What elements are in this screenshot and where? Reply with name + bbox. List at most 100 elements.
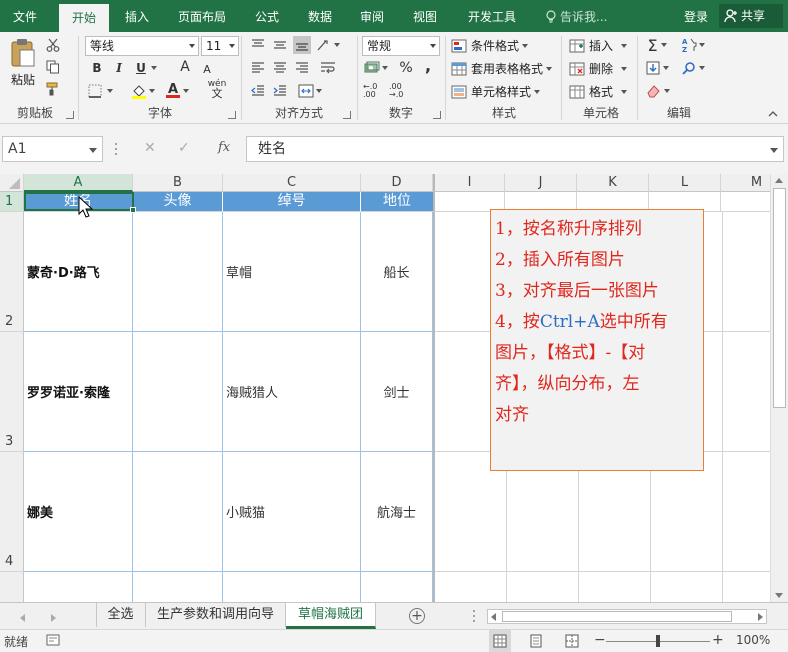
sheet-scroll-left-icon[interactable] [20,611,26,625]
zoom-out-button[interactable]: − [594,632,606,648]
horizontal-scrollbar[interactable] [487,609,767,624]
number-launcher[interactable] [433,111,441,119]
copy-icon[interactable] [44,58,62,76]
conditional-format-button[interactable]: 条件格式 [451,37,529,54]
table-header-avatar[interactable]: 头像 [133,192,223,212]
font-launcher[interactable] [228,111,236,119]
clipboard-launcher[interactable] [66,111,74,119]
align-bottom-icon[interactable] [293,36,311,54]
cell[interactable] [721,192,770,212]
align-right-icon[interactable] [293,59,311,77]
enter-icon[interactable]: ✓ [178,140,190,156]
cell-name[interactable]: 娜美 [24,452,133,572]
fill-icon[interactable] [643,59,671,77]
wrap-text-icon[interactable] [319,59,337,77]
zoom-slider-thumb[interactable] [656,635,660,647]
tab-view[interactable]: 视图 [403,0,447,32]
tab-data[interactable]: 数据 [298,0,342,32]
zoom-level[interactable]: 100% [736,633,770,647]
page-layout-view-icon[interactable] [529,634,543,651]
column-header-j[interactable]: J [505,174,577,192]
clear-icon[interactable] [643,82,671,100]
row-header-3[interactable]: 3 [0,332,24,452]
delete-cells-button[interactable]: 删除 [569,60,628,77]
autosum-icon[interactable]: Σ [643,36,671,55]
align-top-icon[interactable] [249,36,267,54]
underline-dropdown[interactable] [150,59,158,77]
cell[interactable] [223,572,361,602]
cell-role[interactable]: 剑士 [361,332,433,452]
horizontal-scroll-thumb[interactable] [502,611,732,622]
column-header-c[interactable]: C [223,174,361,192]
worksheet-grid[interactable]: A B C D I J K L M 1 2 3 4 姓名 头像 绰号 地位 蒙奇… [0,174,770,602]
cell-name[interactable]: 蒙奇·D·路飞 [24,212,133,332]
cell-role[interactable]: 航海士 [361,452,433,572]
paste-button[interactable]: 粘贴 [6,38,40,88]
vertical-scroll-thumb[interactable] [773,188,786,408]
align-middle-icon[interactable] [271,36,289,54]
sheet-tab-select-all[interactable]: 全选 [96,603,146,627]
underline-button[interactable]: U [132,59,150,77]
align-left-icon[interactable] [249,59,267,77]
format-cells-button[interactable]: 格式 [569,83,628,100]
scroll-right-icon[interactable] [757,613,763,621]
font-color-icon[interactable]: A [164,81,182,99]
font-name-dropdown[interactable]: 等线 [85,36,199,56]
scroll-down-icon[interactable] [775,593,783,598]
row-header-5[interactable] [0,572,24,602]
number-format-dropdown[interactable]: 常规 [362,36,440,56]
table-header-nickname[interactable]: 绰号 [223,192,361,212]
phonetic-button[interactable]: wén 文 [204,80,230,100]
find-select-icon[interactable] [679,59,707,77]
row-header-4[interactable]: 4 [0,452,24,572]
tab-file[interactable]: 文件 [0,0,50,32]
cell-avatar[interactable] [133,452,223,572]
decrease-decimal-button[interactable]: .00 →.0 [389,82,411,100]
login-link[interactable]: 登录 [684,0,708,32]
tab-formulas[interactable]: 公式 [245,0,289,32]
page-break-view-icon[interactable] [565,634,579,651]
font-color-dropdown[interactable] [182,82,190,100]
bold-button[interactable]: B [88,59,106,77]
comma-button[interactable]: , [419,56,437,75]
cell-avatar[interactable] [133,212,223,332]
row-header-2[interactable]: 2 [0,212,24,332]
cell-role[interactable]: 船长 [361,212,433,332]
decrease-indent-icon[interactable] [249,82,267,100]
vertical-scrollbar[interactable] [770,174,788,602]
normal-view-icon[interactable] [489,630,511,652]
percent-button[interactable]: % [397,59,415,77]
cell-nickname[interactable]: 小贼猫 [223,452,361,572]
collapse-ribbon-icon[interactable] [768,110,778,118]
shrink-font-button[interactable]: A [198,60,216,78]
cancel-icon[interactable]: ✕ [144,140,156,156]
tab-developer[interactable]: 开发工具 [457,0,527,32]
row-header-1[interactable]: 1 [0,192,24,212]
tell-me-search[interactable]: 告诉我... [545,0,607,32]
insert-cells-button[interactable]: 插入 [569,37,628,54]
sheet-tab-strawhat[interactable]: 草帽海贼团 [286,603,376,629]
share-button[interactable]: 共享 [719,4,783,28]
tab-page-layout[interactable]: 页面布局 [168,0,236,32]
italic-button[interactable]: I [110,59,128,77]
scroll-left-icon[interactable] [491,613,497,621]
macro-record-icon[interactable] [46,634,60,649]
scroll-up-icon[interactable] [775,178,783,183]
fill-color-icon[interactable] [130,82,148,100]
grow-font-button[interactable]: A [176,58,194,76]
sheet-tab-wizard[interactable]: 生产参数和调用向导 [146,603,286,627]
increase-indent-icon[interactable] [271,82,289,100]
formula-input[interactable]: 姓名 [246,136,784,162]
accounting-format-icon[interactable] [363,59,389,77]
border-icon[interactable] [86,82,104,100]
tab-home[interactable]: 开始 [59,4,109,32]
cell-nickname[interactable]: 草帽 [223,212,361,332]
alignment-launcher[interactable] [343,111,351,119]
column-header-a[interactable]: A [24,174,133,192]
column-header-b[interactable]: B [133,174,223,192]
tab-insert[interactable]: 插入 [114,0,160,32]
table-header-role[interactable]: 地位 [361,192,433,212]
insert-function-icon[interactable]: fx [218,140,230,155]
cell[interactable] [24,572,133,602]
merge-center-icon[interactable] [297,82,323,100]
